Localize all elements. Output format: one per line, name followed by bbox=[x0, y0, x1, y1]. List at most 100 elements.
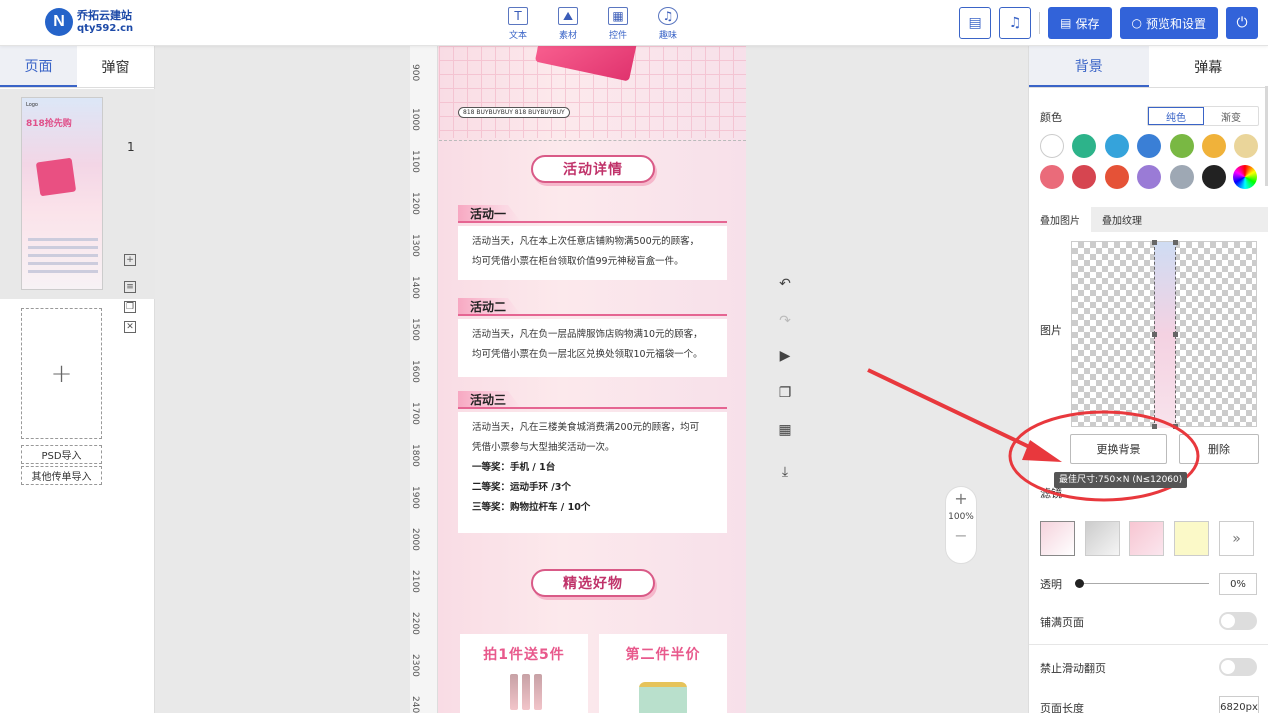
activity-1-card[interactable]: 活动当天，凡在本上次任意店铺购物满500元的顾客， 均可凭借小票在柜台领取价值9… bbox=[458, 226, 727, 280]
color-swatch[interactable] bbox=[1202, 165, 1226, 189]
save-button[interactable]: ▤ 保存 bbox=[1048, 7, 1112, 39]
copy-page-icon[interactable]: ❐ bbox=[124, 301, 136, 313]
annotation-arrow-line bbox=[867, 368, 1041, 454]
tab-danmaku[interactable]: 弹幕 bbox=[1149, 46, 1268, 87]
fun-tool[interactable]: ♫ 趣味 bbox=[655, 7, 681, 41]
text-tool[interactable]: T 文本 bbox=[505, 7, 531, 41]
save-icon: ▤ bbox=[1060, 16, 1072, 30]
plus-icon: + bbox=[50, 358, 73, 389]
logo-mark-icon: N bbox=[45, 8, 73, 36]
search-icon: ○ bbox=[1131, 16, 1142, 30]
page-thumbnail[interactable]: Logo 818抢先购 bbox=[21, 97, 103, 290]
disable-scroll-toggle[interactable] bbox=[1219, 658, 1257, 676]
material-tool[interactable]: ⛰ 素材 bbox=[555, 7, 581, 41]
layout-icon: ▤ bbox=[968, 15, 982, 31]
filter-option-4[interactable] bbox=[1174, 521, 1209, 556]
zoom-out-button[interactable]: − bbox=[946, 526, 976, 545]
delete-background-button[interactable]: 删除 bbox=[1179, 434, 1259, 464]
preview-settings-button[interactable]: ○ 预览和设置 bbox=[1119, 7, 1218, 39]
activity-2-card[interactable]: 活动当天，凡在负一层品牌服饰店购物满10元的顾客， 均可凭借小票在负一层北区兑换… bbox=[458, 319, 727, 377]
power-button[interactable]: ⏻ bbox=[1226, 7, 1258, 39]
add-page-icon[interactable]: + bbox=[124, 254, 136, 266]
page-break-line bbox=[439, 140, 746, 141]
page-length-input[interactable]: 6820px bbox=[1219, 696, 1259, 713]
redo-icon[interactable]: ↷ bbox=[776, 313, 794, 329]
power-icon: ⏻ bbox=[1236, 15, 1248, 31]
color-swatch[interactable] bbox=[1072, 165, 1097, 189]
layout-page-icon[interactable]: ≡ bbox=[124, 281, 136, 293]
gift-image bbox=[35, 157, 77, 197]
color-swatch[interactable] bbox=[1169, 165, 1194, 189]
page-number: 1 bbox=[127, 140, 135, 154]
color-swatch[interactable] bbox=[1104, 165, 1129, 189]
insert-tools: T 文本 ⛰ 素材 ▦ 控件 ♫ 趣味 bbox=[505, 7, 681, 41]
zoom-level: 100% bbox=[948, 512, 974, 522]
color-swatch[interactable] bbox=[1202, 134, 1226, 158]
text-icon: T bbox=[508, 7, 528, 25]
activity-3-card[interactable]: 活动当天，凡在三楼美食城消费满200元的顾客，均可 凭借小票参与大型抽奖活动一次… bbox=[458, 412, 727, 533]
undo-icon[interactable]: ↶ bbox=[776, 276, 794, 292]
replace-background-button[interactable]: 更换背景 bbox=[1070, 434, 1167, 464]
grid-icon: ▦ bbox=[608, 7, 628, 25]
music-button[interactable]: ♫ bbox=[999, 7, 1032, 39]
filter-option-3[interactable] bbox=[1129, 521, 1164, 556]
color-swatch[interactable] bbox=[1169, 134, 1194, 158]
more-filters-button[interactable]: » bbox=[1219, 521, 1254, 556]
play-icon[interactable]: ▶ bbox=[776, 348, 794, 364]
filter-option-1[interactable] bbox=[1040, 521, 1075, 556]
opacity-slider-track[interactable] bbox=[1079, 583, 1209, 584]
color-swatch[interactable] bbox=[1040, 134, 1064, 158]
vertical-ruler: 900 1000 1100 1200 1300 1400 1500 1600 1… bbox=[410, 46, 438, 713]
disable-scroll-label: 禁止滑动翻页 bbox=[1040, 662, 1106, 675]
music-icon: ♫ bbox=[1008, 15, 1022, 31]
activity-1-title[interactable]: 活动一 bbox=[458, 205, 727, 223]
layout-button[interactable]: ▤ bbox=[959, 7, 992, 39]
fill-page-toggle[interactable] bbox=[1219, 612, 1257, 630]
brand-domain: qty592.cn bbox=[77, 23, 134, 34]
design-canvas[interactable]: 900 1000 1100 1200 1300 1400 1500 1600 1… bbox=[410, 46, 746, 713]
filter-option-2[interactable] bbox=[1085, 521, 1120, 556]
tab-overlay-image[interactable]: 叠加图片 bbox=[1029, 207, 1091, 232]
tab-popups[interactable]: 弹窗 bbox=[77, 46, 154, 87]
right-panel: 背景 弹幕 颜色 纯色 渐变 叠加图片 叠加纹理 图片 更换背景 删除 滤镜 »… bbox=[1028, 46, 1268, 713]
gradient-option[interactable]: 渐变 bbox=[1204, 107, 1258, 125]
color-swatch[interactable] bbox=[1137, 165, 1162, 189]
brand-logo[interactable]: N 乔拓云建站 qty592.cn bbox=[45, 8, 133, 36]
tab-background[interactable]: 背景 bbox=[1029, 46, 1149, 87]
widget-tool[interactable]: ▦ 控件 bbox=[605, 7, 631, 41]
background-image-preview[interactable] bbox=[1071, 240, 1257, 429]
color-swatch[interactable] bbox=[1137, 134, 1162, 158]
bulb-icon: ♫ bbox=[658, 7, 678, 25]
color-label: 颜色 bbox=[1040, 111, 1062, 124]
zoom-in-button[interactable]: + bbox=[946, 489, 976, 508]
tab-overlay-texture[interactable]: 叠加纹理 bbox=[1091, 207, 1153, 232]
ruler-icon[interactable]: ▦ bbox=[776, 422, 794, 438]
color-swatch[interactable] bbox=[1234, 134, 1259, 158]
product-card-2[interactable]: 第二件半价 bbox=[599, 634, 727, 713]
color-mode-switch: 纯色 渐变 bbox=[1147, 106, 1259, 126]
color-swatch[interactable] bbox=[1104, 134, 1129, 158]
color-swatch[interactable] bbox=[1040, 165, 1064, 189]
buy-tag[interactable]: 818 BUYBUYBUY 818 BUYBUYBUY bbox=[458, 107, 570, 118]
activity-3-title[interactable]: 活动三 bbox=[458, 391, 727, 409]
fill-page-label: 铺满页面 bbox=[1040, 616, 1084, 629]
psd-import-button[interactable]: PSD导入 bbox=[21, 445, 102, 464]
add-page-button[interactable]: + bbox=[21, 308, 102, 439]
section-title-products[interactable]: 精选好物 bbox=[531, 569, 655, 597]
product-card-1[interactable]: 拍1件送5件 bbox=[460, 634, 588, 713]
opacity-slider-handle[interactable] bbox=[1075, 579, 1084, 588]
activity-2-title[interactable]: 活动二 bbox=[458, 298, 727, 316]
image-icon: ⛰ bbox=[558, 7, 578, 25]
custom-color-wheel-icon[interactable] bbox=[1233, 165, 1257, 189]
opacity-input[interactable]: 0% bbox=[1219, 573, 1257, 595]
color-swatch[interactable] bbox=[1072, 134, 1097, 158]
section-title-details[interactable]: 活动详情 bbox=[531, 155, 655, 183]
copy-icon[interactable]: ❐ bbox=[776, 385, 794, 401]
solid-color-option[interactable]: 纯色 bbox=[1148, 107, 1204, 125]
brand-name: 乔拓云建站 bbox=[77, 9, 132, 22]
delete-page-icon[interactable]: ✕ bbox=[124, 321, 136, 333]
jar-image bbox=[639, 682, 687, 713]
download-icon[interactable]: ⤓ bbox=[776, 464, 794, 480]
other-import-button[interactable]: 其他传单导入 bbox=[21, 466, 102, 485]
tab-pages[interactable]: 页面 bbox=[0, 46, 77, 87]
